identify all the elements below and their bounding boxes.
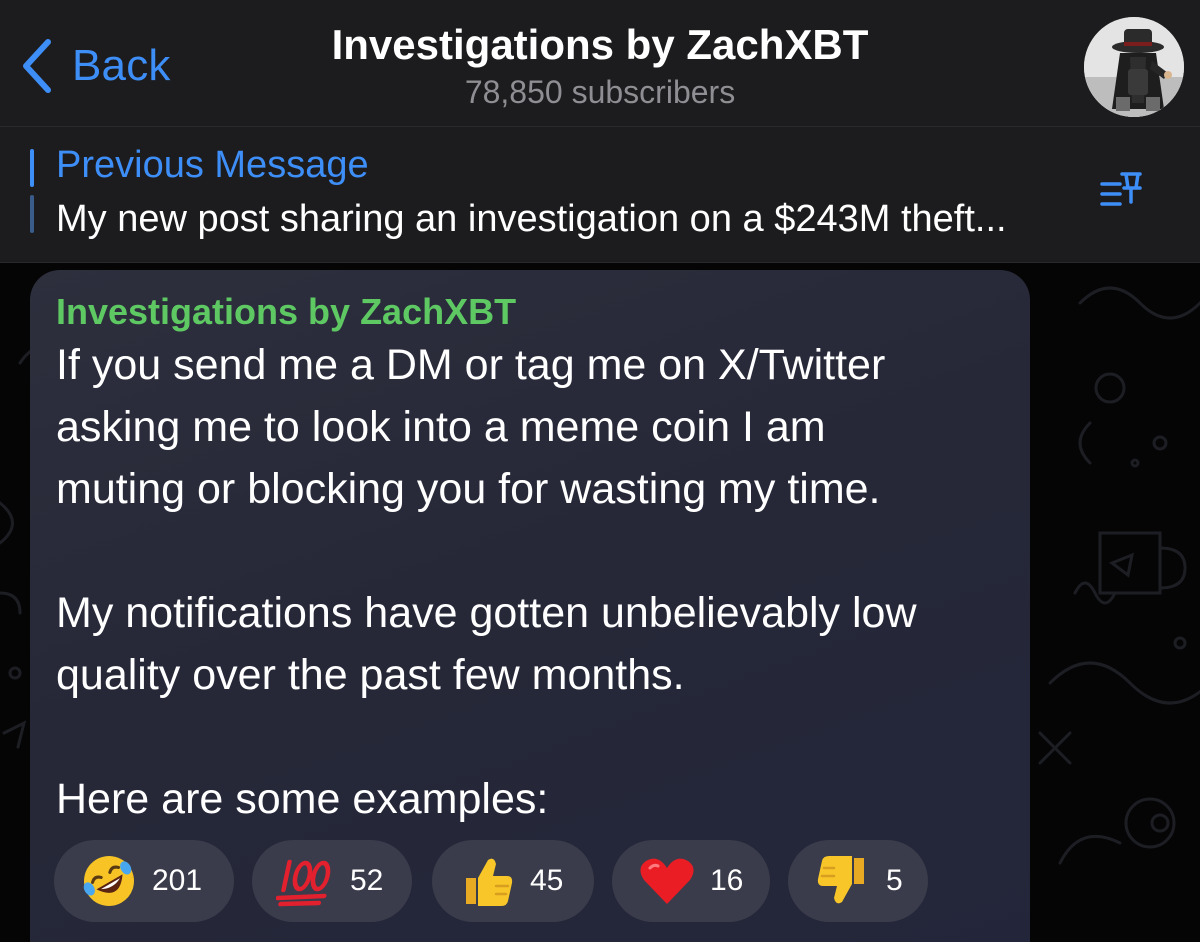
message-line: muting or blocking you for wasting my ti… (56, 465, 881, 513)
red-heart-emoji-icon (640, 858, 694, 904)
reaction-heart[interactable]: 16 (612, 840, 770, 922)
subscriber-count: 78,850 subscribers (464, 74, 736, 110)
pinned-message-bar[interactable]: Previous Message My new post sharing an … (0, 127, 1200, 263)
pinned-label: Previous Message (56, 144, 369, 186)
reaction-thumbs-down[interactable]: 5 (788, 840, 928, 922)
message-line: If you send me a DM or tag me on X/Twitt… (56, 341, 886, 389)
channel-info[interactable]: Investigations by ZachXBT 78,850 subscri… (250, 18, 950, 112)
hundred-points-emoji-icon (276, 859, 331, 907)
reaction-count: 201 (152, 864, 203, 897)
rofl-emoji-icon (83, 856, 134, 906)
top-navigation-bar: Back Investigations by ZachXBT 78,850 su… (0, 0, 1200, 127)
pinned-indicator-inactive (30, 195, 34, 233)
thumbs-up-emoji-icon (466, 858, 513, 906)
chevron-left-icon (23, 39, 51, 93)
message-line: quality over the past few months. (56, 651, 685, 699)
pinned-preview-text: My new post sharing an investigation on … (56, 198, 1007, 240)
reaction-count: 5 (886, 864, 903, 897)
message-line: asking me to look into a meme coin I am (56, 403, 826, 451)
reaction-count: 16 (710, 864, 744, 897)
message-line: Here are some examples: (56, 775, 549, 823)
pinned-list-icon[interactable] (1098, 162, 1144, 218)
avatar-image (1084, 17, 1184, 117)
telegram-channel-screen: Back Investigations by ZachXBT 78,850 su… (0, 0, 1200, 942)
reaction-rofl[interactable]: 201 (54, 840, 234, 922)
message-line: My notifications have gotten unbelievabl… (56, 589, 917, 637)
pinned-indicator-active (30, 149, 34, 187)
reaction-count: 45 (530, 864, 564, 897)
back-button[interactable]: Back (20, 36, 171, 96)
thumbs-down-emoji-icon (817, 856, 864, 904)
reaction-thumbs-up[interactable]: 45 (432, 840, 594, 922)
channel-avatar[interactable] (1084, 17, 1184, 117)
reaction-hundred[interactable]: 52 (252, 840, 412, 922)
channel-title: Investigations by ZachXBT (331, 21, 869, 68)
back-label: Back (72, 41, 171, 90)
message-sender-name: Investigations by ZachXBT (56, 291, 517, 332)
reaction-count: 52 (350, 864, 384, 897)
